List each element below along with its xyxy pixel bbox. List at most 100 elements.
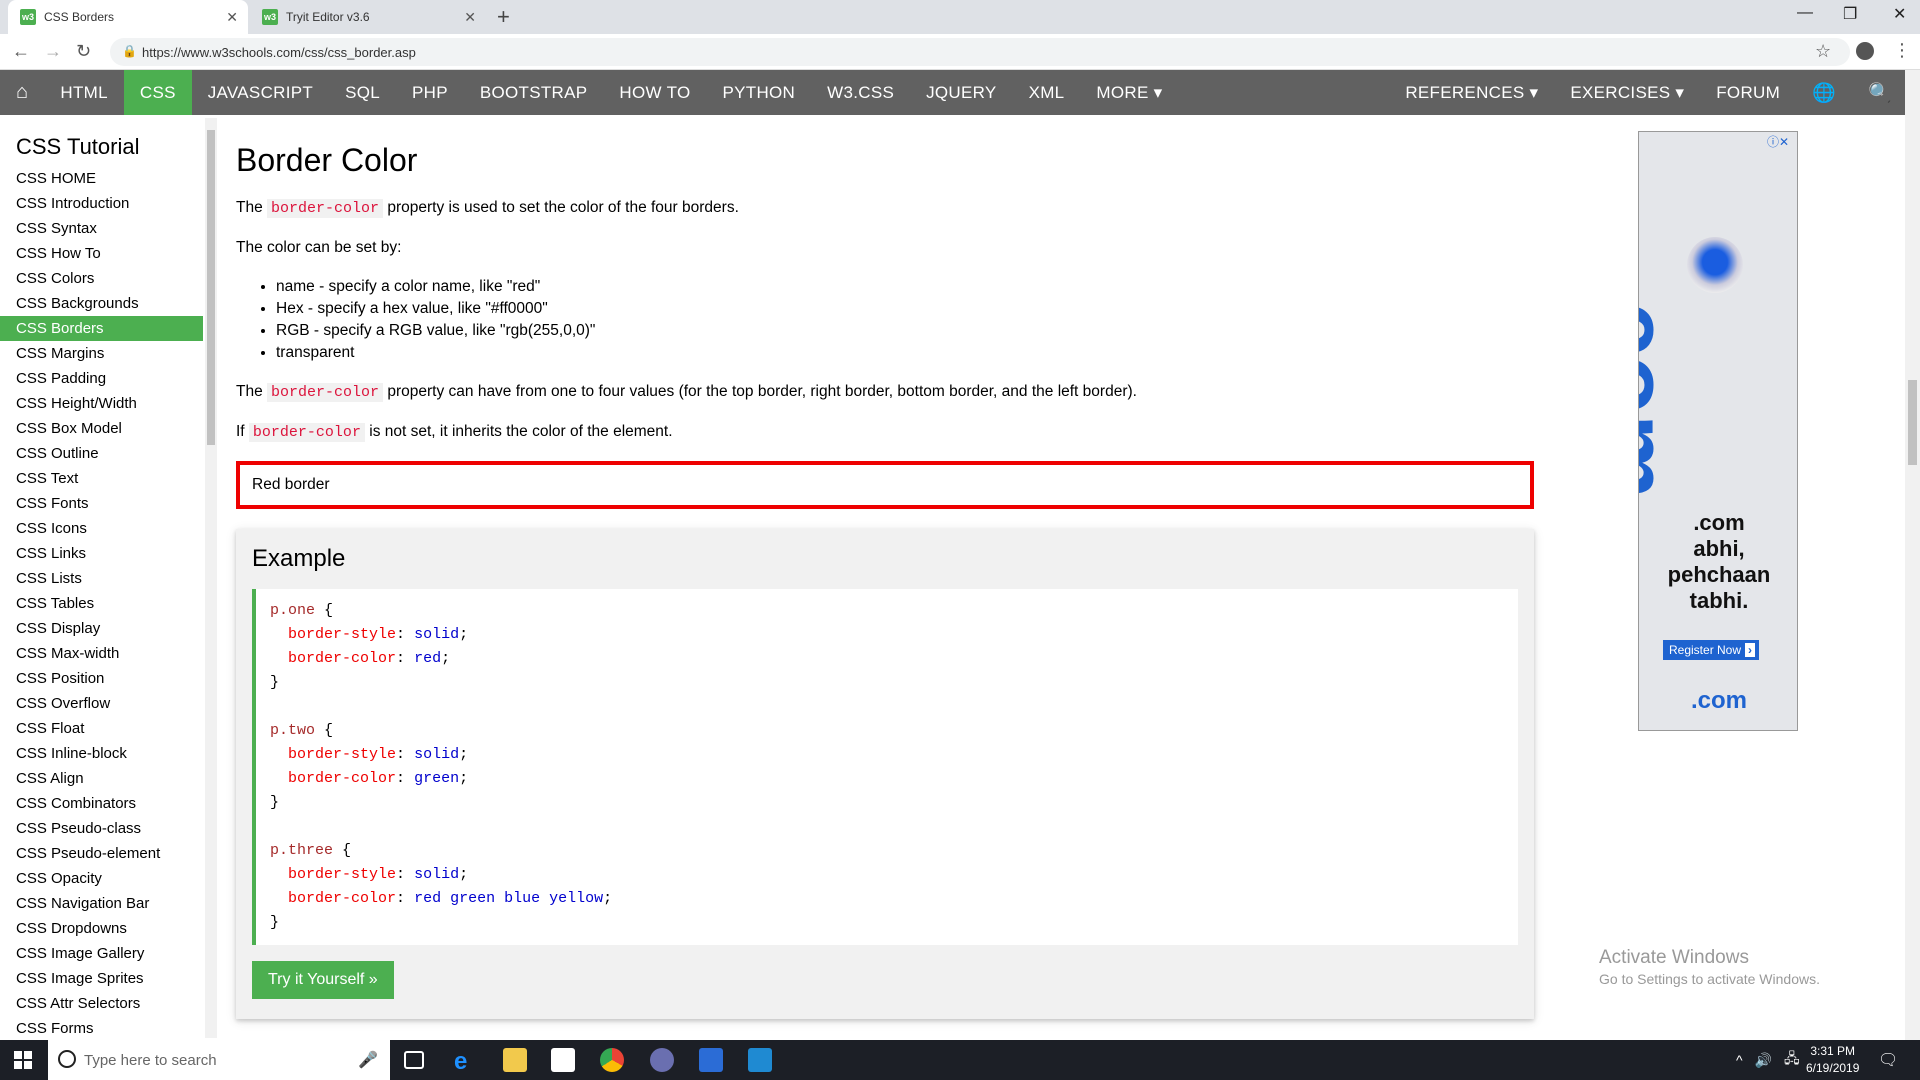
sidebar-item-css-forms[interactable]: CSS Forms <box>0 1016 203 1038</box>
windows-start-icon[interactable] <box>14 1051 32 1069</box>
sidebar-item-css-pseudo-element[interactable]: CSS Pseudo-element <box>0 841 203 866</box>
page-scrollbar-thumb[interactable] <box>1908 380 1917 465</box>
file-explorer-icon[interactable] <box>503 1048 527 1072</box>
sidebar-item-css-outline[interactable]: CSS Outline <box>0 441 203 466</box>
sidebar-item-css-display[interactable]: CSS Display <box>0 616 203 641</box>
tab-tryit-editor[interactable]: w3 Tryit Editor v3.6 ✕ <box>250 0 486 34</box>
tab-title: Tryit Editor v3.6 <box>286 10 370 24</box>
sidebar-item-css-max-width[interactable]: CSS Max-width <box>0 641 203 666</box>
sidebar-item-css-how-to[interactable]: CSS How To <box>0 241 203 266</box>
w3schools-favicon-icon: w3 <box>262 9 278 25</box>
sidebar-scrollbar-thumb[interactable] <box>207 130 215 445</box>
sidebar-item-css-dropdowns[interactable]: CSS Dropdowns <box>0 916 203 941</box>
chevron-up-icon[interactable]: ^ <box>1736 1052 1743 1068</box>
store-icon[interactable] <box>551 1048 575 1072</box>
eclipse-icon[interactable] <box>650 1048 674 1072</box>
nav-more[interactable]: MORE ▾ <box>1080 70 1178 115</box>
adchoices-icon[interactable]: ⓘ✕ <box>1767 133 1789 150</box>
new-tab-icon[interactable]: + <box>497 4 510 30</box>
sidebar-item-css-opacity[interactable]: CSS Opacity <box>0 866 203 891</box>
nav-xml[interactable]: XML <box>1013 70 1081 115</box>
sidebar-item-css-navigation-bar[interactable]: CSS Navigation Bar <box>0 891 203 916</box>
sidebar-item-css-image-gallery[interactable]: CSS Image Gallery <box>0 941 203 966</box>
sidebar-item-css-height-width[interactable]: CSS Height/Width <box>0 391 203 416</box>
ad-register-button[interactable]: Register Now › <box>1663 640 1760 660</box>
sidebar-item-css-position[interactable]: CSS Position <box>0 666 203 691</box>
home-icon[interactable]: ⌂ <box>0 70 44 115</box>
chrome-icon[interactable] <box>600 1048 624 1072</box>
sidebar-item-css-float[interactable]: CSS Float <box>0 716 203 741</box>
nav-jquery[interactable]: JQUERY <box>910 70 1012 115</box>
ink-bottle-image <box>1687 237 1743 293</box>
sidebar-item-css-syntax[interactable]: CSS Syntax <box>0 216 203 241</box>
browser-menu-icon[interactable]: ⋮ <box>1893 40 1911 61</box>
nav-exercises[interactable]: EXERCISES ▾ <box>1554 70 1700 115</box>
globe-icon[interactable]: 🌐 <box>1796 70 1852 115</box>
try-it-yourself-button[interactable]: Try it Yourself » <box>252 961 394 999</box>
edge-icon[interactable]: e <box>454 1048 478 1075</box>
url-field[interactable]: 🔒 https://www.w3schools.com/css/css_bord… <box>110 38 1850 66</box>
sidebar-item-css-text[interactable]: CSS Text <box>0 466 203 491</box>
nav-w3css[interactable]: W3.CSS <box>811 70 910 115</box>
inline-code: border-color <box>248 423 365 442</box>
nav-javascript[interactable]: JAVASCRIPT <box>192 70 329 115</box>
close-tab-icon[interactable]: ✕ <box>226 9 238 26</box>
advertisement-banner[interactable]: ⓘ✕ com .com abhi, pehchaan tabhi. Regist… <box>1638 131 1798 731</box>
close-window-icon[interactable]: ✕ <box>1893 4 1906 24</box>
tab-css-borders[interactable]: w3 CSS Borders ✕ <box>8 0 248 34</box>
sidebar-item-css-backgrounds[interactable]: CSS Backgrounds <box>0 291 203 316</box>
sidebar-item-css-box-model[interactable]: CSS Box Model <box>0 416 203 441</box>
nav-sql[interactable]: SQL <box>329 70 396 115</box>
address-bar-row: ← → ↻ 🔒 https://www.w3schools.com/css/cs… <box>0 34 1920 70</box>
nav-css[interactable]: CSS <box>123 70 192 115</box>
network-icon[interactable]: 🖧 <box>1784 1048 1800 1072</box>
nav-forum[interactable]: FORUM <box>1700 70 1796 115</box>
sidebar-item-css-home[interactable]: CSS HOME <box>0 166 203 191</box>
close-tab-icon[interactable]: ✕ <box>464 9 476 26</box>
forward-icon[interactable]: → <box>44 41 62 62</box>
sidebar-item-css-attr-selectors[interactable]: CSS Attr Selectors <box>0 991 203 1016</box>
paragraph-set-by: The color can be set by: <box>236 239 402 256</box>
sidebar-item-css-colors[interactable]: CSS Colors <box>0 266 203 291</box>
sidebar-item-css-overflow[interactable]: CSS Overflow <box>0 691 203 716</box>
sidebar-item-css-links[interactable]: CSS Links <box>0 541 203 566</box>
microphone-icon[interactable]: 🎤 <box>358 1050 378 1070</box>
page-scrollbar[interactable] <box>1905 70 1920 1040</box>
sidebar-item-css-fonts[interactable]: CSS Fonts <box>0 491 203 516</box>
sidebar-item-css-padding[interactable]: CSS Padding <box>0 366 203 391</box>
sidebar-item-css-introduction[interactable]: CSS Introduction <box>0 191 203 216</box>
chevron-right-icon: › <box>1745 643 1756 657</box>
reload-icon[interactable]: ↻ <box>76 41 91 62</box>
sidebar-item-css-margins[interactable]: CSS Margins <box>0 341 203 366</box>
vscode-icon[interactable] <box>748 1048 772 1072</box>
nav-references[interactable]: REFERENCES ▾ <box>1389 70 1554 115</box>
task-view-icon[interactable] <box>404 1051 424 1069</box>
nav-bootstrap[interactable]: BOOTSTRAP <box>464 70 604 115</box>
sidebar-item-css-lists[interactable]: CSS Lists <box>0 566 203 591</box>
sidebar-item-css-icons[interactable]: CSS Icons <box>0 516 203 541</box>
bookmark-star-icon[interactable]: ☆ <box>1815 41 1831 62</box>
account-icon[interactable] <box>1856 42 1874 60</box>
volume-icon[interactable]: 🔊 <box>1755 1052 1772 1069</box>
sidebar-item-css-image-sprites[interactable]: CSS Image Sprites <box>0 966 203 991</box>
nav-php[interactable]: PHP <box>396 70 464 115</box>
sidebar-item-css-pseudo-class[interactable]: CSS Pseudo-class <box>0 816 203 841</box>
restore-icon[interactable]: ❐ <box>1843 4 1857 24</box>
color-options-list: name - specify a color name, like "red" … <box>276 276 1536 364</box>
nav-how-to[interactable]: HOW TO <box>603 70 706 115</box>
sidebar-item-css-align[interactable]: CSS Align <box>0 766 203 791</box>
nav-python[interactable]: PYTHON <box>706 70 811 115</box>
sidebar-item-css-tables[interactable]: CSS Tables <box>0 591 203 616</box>
word-icon[interactable] <box>699 1048 723 1072</box>
back-icon[interactable]: ← <box>12 41 30 62</box>
notifications-icon[interactable]: 🗨 <box>1878 1050 1898 1070</box>
sidebar-item-css-inline-block[interactable]: CSS Inline-block <box>0 741 203 766</box>
taskbar-search-box[interactable]: Type here to search 🎤 <box>48 1040 390 1080</box>
nav-html[interactable]: HTML <box>44 70 123 115</box>
example-title: Example <box>252 545 346 572</box>
sidebar-item-css-borders[interactable]: CSS Borders <box>0 316 203 341</box>
topnav-right-group: REFERENCES ▾ EXERCISES ▾ FORUM 🌐 🔍 <box>1389 70 1920 115</box>
minimize-icon[interactable]: — <box>1797 4 1813 22</box>
taskbar-clock[interactable]: 3:31 PM 6/19/2019 <box>1806 1043 1859 1077</box>
sidebar-item-css-combinators[interactable]: CSS Combinators <box>0 791 203 816</box>
